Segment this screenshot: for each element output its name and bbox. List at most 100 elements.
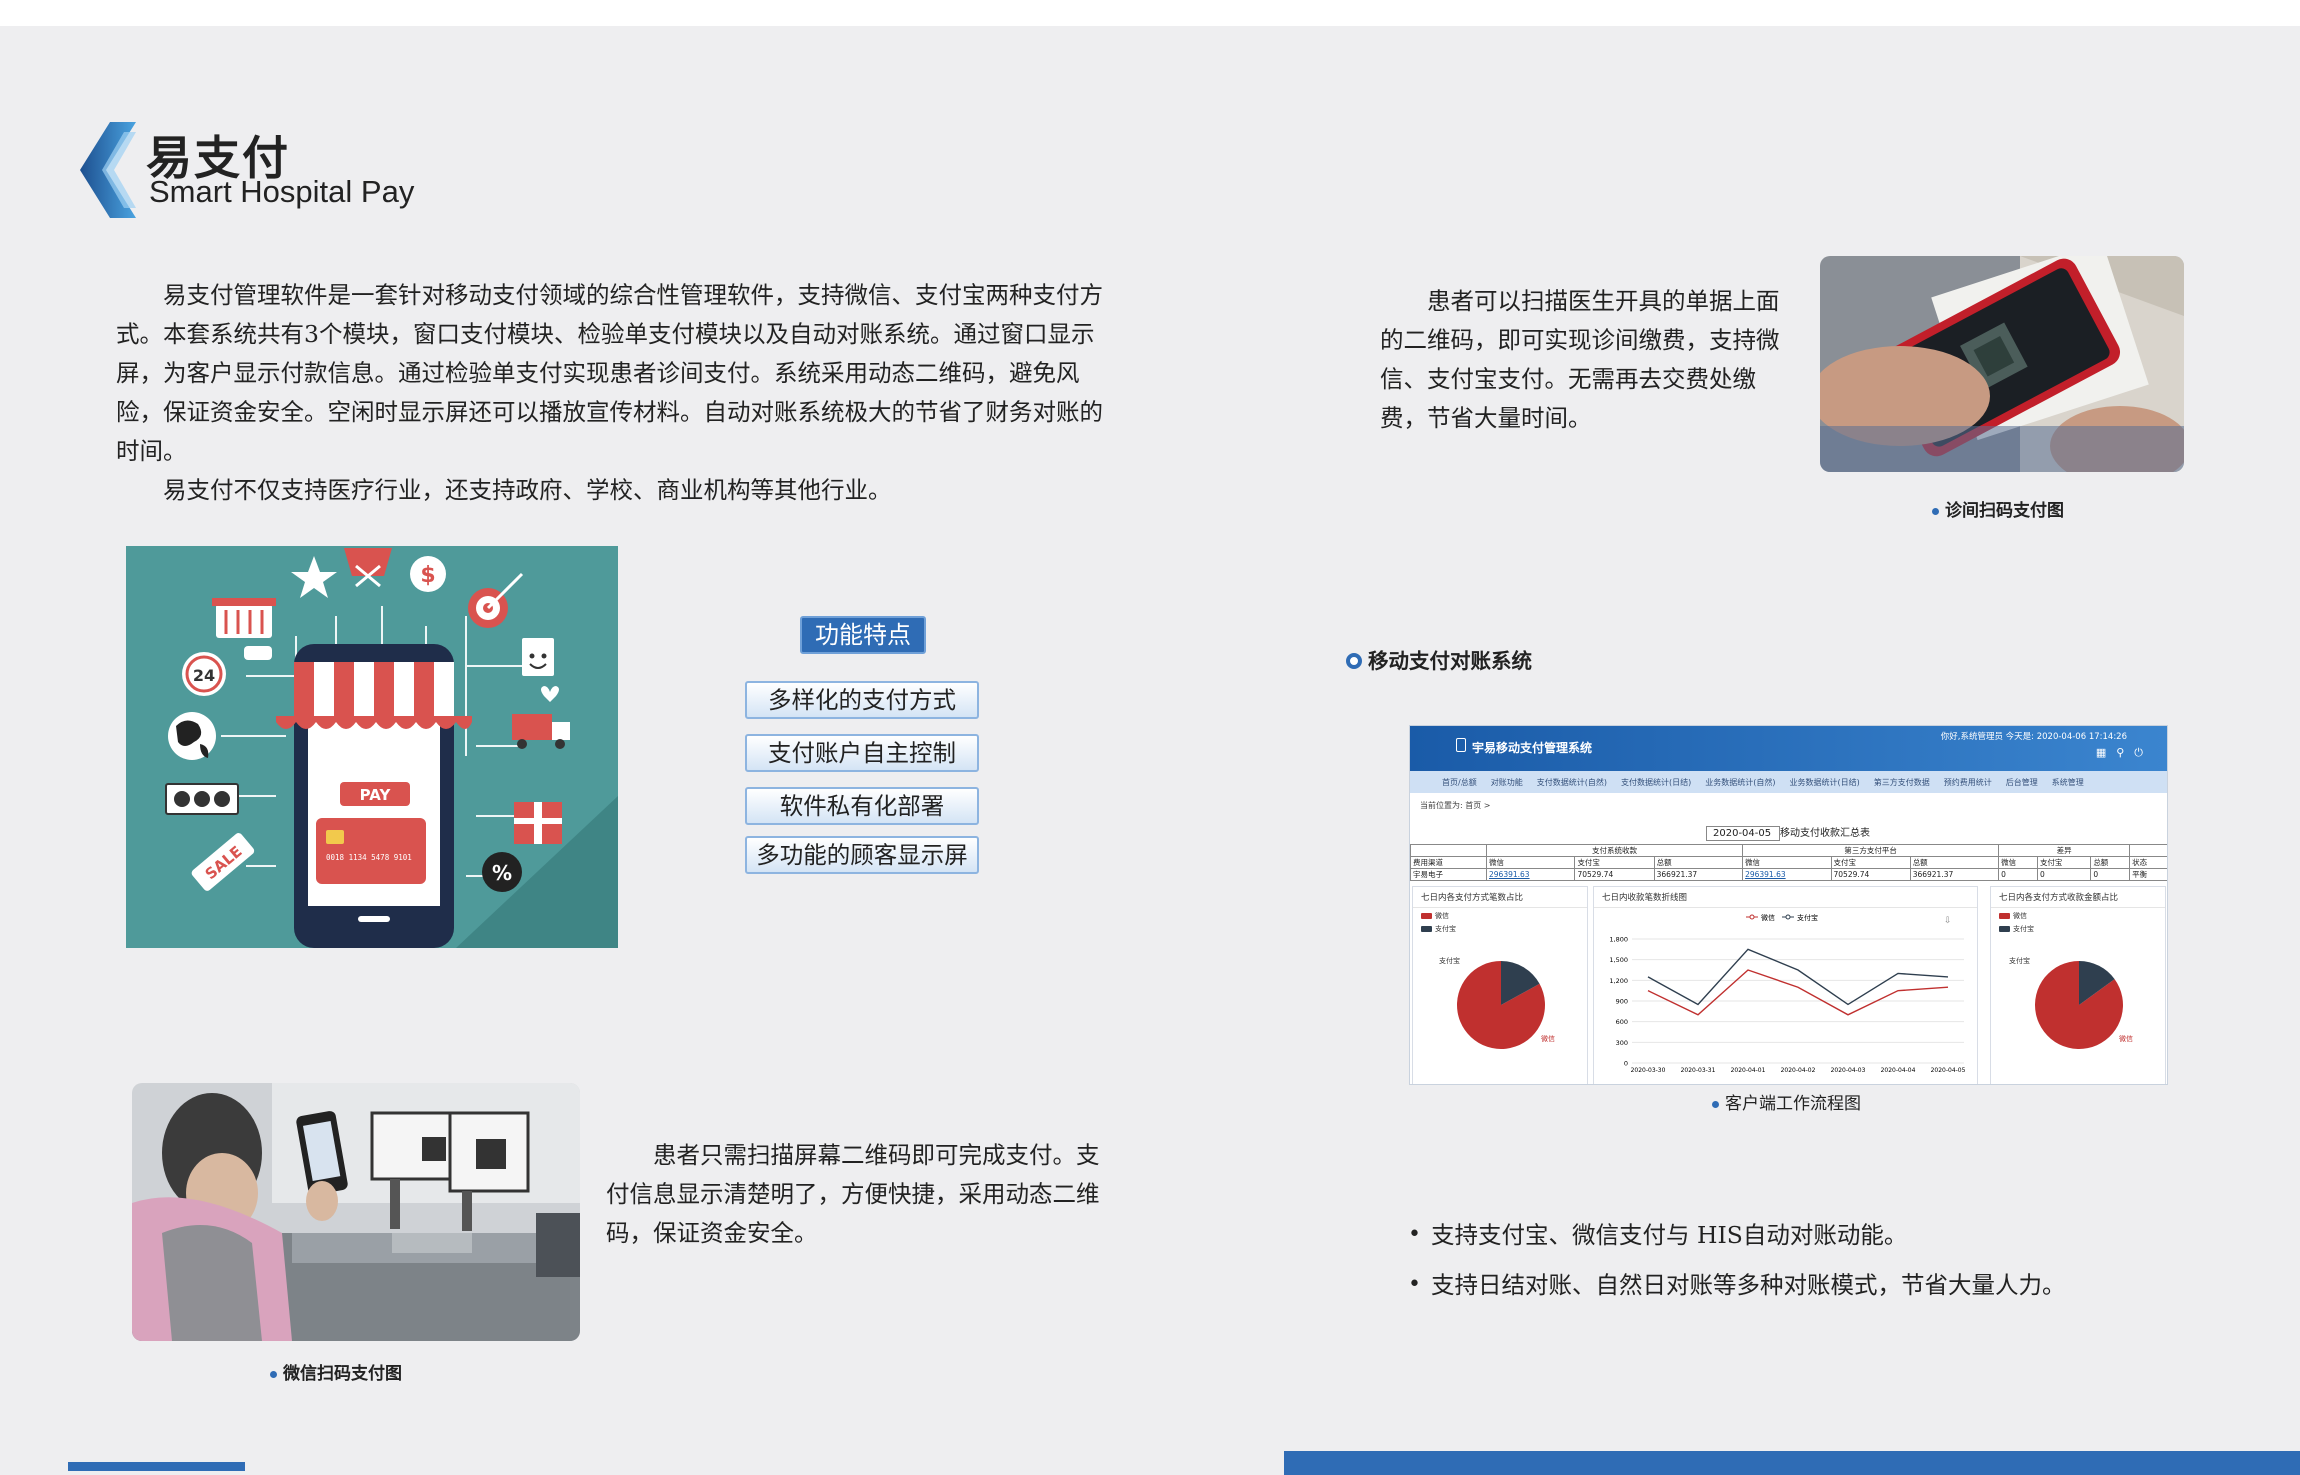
y-tick-label: 1,500 (1609, 956, 1628, 964)
shopping-bag-icon (522, 638, 554, 676)
brochure-page: 易支付 Smart Hospital Pay 易支付管理软件是一套针对移动支付领… (0, 26, 2300, 1475)
legend-item: 微信 (1421, 911, 1587, 921)
system-user-info: 你好,系统管理员 今天是: 2020-04-06 17:14:26 (1940, 732, 2127, 742)
x-tick-label: 2020-03-31 (1681, 1067, 1716, 1074)
dollar-coin-icon: $ (410, 556, 446, 592)
table-col-header: 总额 (2090, 856, 2131, 869)
line-axis: 1,800 1,500 1,200 900 600 300 02020-03-30 2020-… (1609, 936, 1965, 1075)
banknote-icon (165, 783, 239, 815)
hand-pointer-icon (244, 646, 272, 660)
features-title: 功能特点 (800, 616, 926, 654)
feature-item: 多功能的顾客显示屏 (745, 836, 979, 874)
line-series (1647, 948, 1949, 1016)
line-legend: 微信 支付宝 (1746, 913, 1818, 922)
line-chart: 微信 支付宝 ⇩ 1,8001,5001,20090060030002020-0… (1609, 913, 1965, 1075)
credit-card-icon: 0018 1134 5478 9101 (316, 818, 426, 884)
bullet-item: 支持日结对账、自然日对账等多种对账模式，节省大量人力。 (1408, 1260, 2066, 1310)
wechat-payment-photo (132, 1083, 580, 1341)
decorative-bar-right (1284, 1451, 2300, 1475)
y-tick-label: 600 (1616, 1018, 1628, 1026)
basket-icon (212, 598, 276, 638)
bullet-dot-icon (270, 1370, 277, 1378)
intro-text: 易支付管理软件是一套针对移动支付领域的综合性管理软件，支持微信、支付宝两种支付方… (116, 276, 1126, 510)
y-tick-label: 900 (1616, 998, 1628, 1006)
x-tick-label: 2020-04-03 (1831, 1067, 1866, 1074)
panel-title: 七日内各支付方式收款金额占比 (1991, 887, 2165, 908)
feature-item: 软件私有化部署 (745, 787, 979, 825)
nav-item: 支付数据统计(日结) (1620, 777, 1692, 787)
table-col-header: 微信 (1998, 856, 2038, 869)
table-cell-link[interactable]: 296391.63 (1742, 868, 1832, 881)
y-tick-label: 0 (1624, 1060, 1628, 1068)
system-breadcrumb: 当前位置为: 首页 > (1420, 801, 1491, 810)
pie-chart: 支付宝 微信 (1439, 956, 1555, 1049)
bullet-item: 支持支付宝、微信支付与 HIS自动对账动能。 (1408, 1210, 2065, 1260)
nav-item: 首页/总额 (1442, 777, 1477, 787)
intro-paragraph-1: 易支付管理软件是一套针对移动支付领域的综合性管理软件，支持微信、支付宝两种支付方… (116, 281, 1103, 465)
legend-label: 支付宝 (1797, 913, 1818, 922)
table-group-header: 差异 (1998, 844, 2131, 857)
mobile-shop-illustration: $ 24 SALE % PAY 0018 1134 5478 9101 (126, 546, 618, 948)
x-tick-label: 2020-04-02 (1781, 1067, 1816, 1074)
pie-panel-count: 七日内各支付方式笔数占比 微信 支付宝 支付宝 微信 (1412, 886, 1588, 1084)
nav-item: 业务数据统计(日结) (1789, 777, 1860, 787)
decorative-bar-left (68, 1462, 245, 1471)
pie-label: 支付宝 (2009, 956, 2030, 965)
pie-label: 微信 (2119, 1034, 2133, 1043)
globe-icon (168, 712, 216, 760)
intro-paragraph-2: 易支付不仅支持医疗行业，还支持政府、学校、商业机构等其他行业。 (163, 476, 892, 504)
system-nav: 首页/总额 对账功能 支付数据统计(自然) 支付数据统计(日结) 业务数据统计(… (1410, 771, 2167, 793)
nav-item: 对账功能 (1490, 777, 1523, 787)
scan-caption: 诊间扫码支付图 (1932, 496, 2064, 521)
bullet-dot-icon (1712, 1100, 1719, 1108)
download-icon[interactable]: ⇩ (1944, 916, 1952, 926)
date-input: 2020-04-05 (1706, 826, 1780, 841)
legend-item: 微信 (1999, 911, 2165, 921)
table-cell-link[interactable]: 296391.63 (1485, 868, 1576, 881)
series-line (1647, 948, 1949, 1006)
system-name: 宇易移动支付管理系统 (1472, 741, 1593, 755)
table-cell: 366921.37 (1909, 868, 2000, 881)
table-cell: 0 (2036, 868, 2092, 881)
table-col-header: 微信 (1742, 856, 1832, 869)
reconcile-caption: 客户端工作流程图 (1712, 1089, 1861, 1114)
x-tick-label: 2020-04-04 (1881, 1067, 1916, 1074)
summary-table: 支付系统收款 第三方支付平台 差异 费用渠道 微信 支付宝 总额 微信 支付宝 … (1410, 844, 2167, 881)
pay-badge: PAY (340, 782, 410, 806)
scan-payment-photo (1820, 256, 2184, 472)
table-cell: 0 (1998, 868, 2038, 881)
gift-icon (514, 802, 562, 844)
reconcile-bullets: 支持支付宝、微信支付与 HIS自动对账动能。 支持日结对账、自然日对账等多种对账… (1408, 1210, 2066, 1310)
bullet-dot-icon (1932, 507, 1939, 515)
svg-text:0018 1134 5478 9101: 0018 1134 5478 9101 (326, 853, 412, 862)
reconcile-system-screenshot: 宇易移动支付管理系统 你好,系统管理员 今天是: 2020-04-06 17:1… (1409, 725, 2168, 1085)
table-cell: 70529.74 (1574, 868, 1655, 881)
section-dot-icon (1346, 653, 1362, 669)
svg-text:%: % (492, 861, 512, 885)
table-row: 宇易电子 296391.63 70529.74 366921.37 296391… (1410, 868, 2167, 881)
nav-item: 系统管理 (2051, 777, 2084, 787)
table-cell: 0 (2090, 868, 2131, 881)
pie-panel-amount: 七日内各支付方式收款金额占比 微信 支付宝 支付宝 微信 (1990, 886, 2166, 1084)
nav-item: 第三方支付数据 (1873, 777, 1930, 787)
legend-item: 支付宝 (1999, 924, 2165, 934)
line-panel: 七日内收款笔数折线图 微信 支付宝 ⇩ 1,800 1,500 1,200 900 60… (1593, 886, 1978, 1084)
y-tick-label: 1,200 (1609, 977, 1628, 985)
table-group-row: 支付系统收款 第三方支付平台 差异 (1410, 844, 2167, 857)
x-tick-label: 2020-04-05 (1931, 1067, 1966, 1074)
wechat-description: 患者只需扫描屏幕二维码即可完成支付。支付信息显示清楚明了，方便快捷，采用动态二维… (606, 1141, 1100, 1247)
table-cell: 宇易电子 (1410, 868, 1487, 881)
system-logo-icon (1456, 738, 1466, 752)
clock-24-icon: 24 (182, 652, 226, 696)
report-title: 移动支付收款汇总表 (1780, 828, 1870, 839)
svg-text:PAY: PAY (360, 786, 392, 804)
svg-text:$: $ (420, 563, 435, 588)
x-tick-label: 2020-03-30 (1631, 1067, 1666, 1074)
table-col-header: 总额 (1653, 856, 1744, 869)
table-header-row: 费用渠道 微信 支付宝 总额 微信 支付宝 总额 微信 支付宝 总额 状态 (1410, 856, 2167, 869)
scan-description: 患者可以扫描医生开具的单据上面的二维码，即可实现诊间缴费，支持微信、支付宝支付。… (1380, 287, 1780, 432)
nav-item: 后台管理 (2005, 777, 2038, 787)
legend-label: 微信 (1761, 913, 1775, 922)
reconcile-section-title: 移动支付对账系统 (1346, 644, 1532, 674)
legend-item: 支付宝 (1421, 924, 1587, 934)
